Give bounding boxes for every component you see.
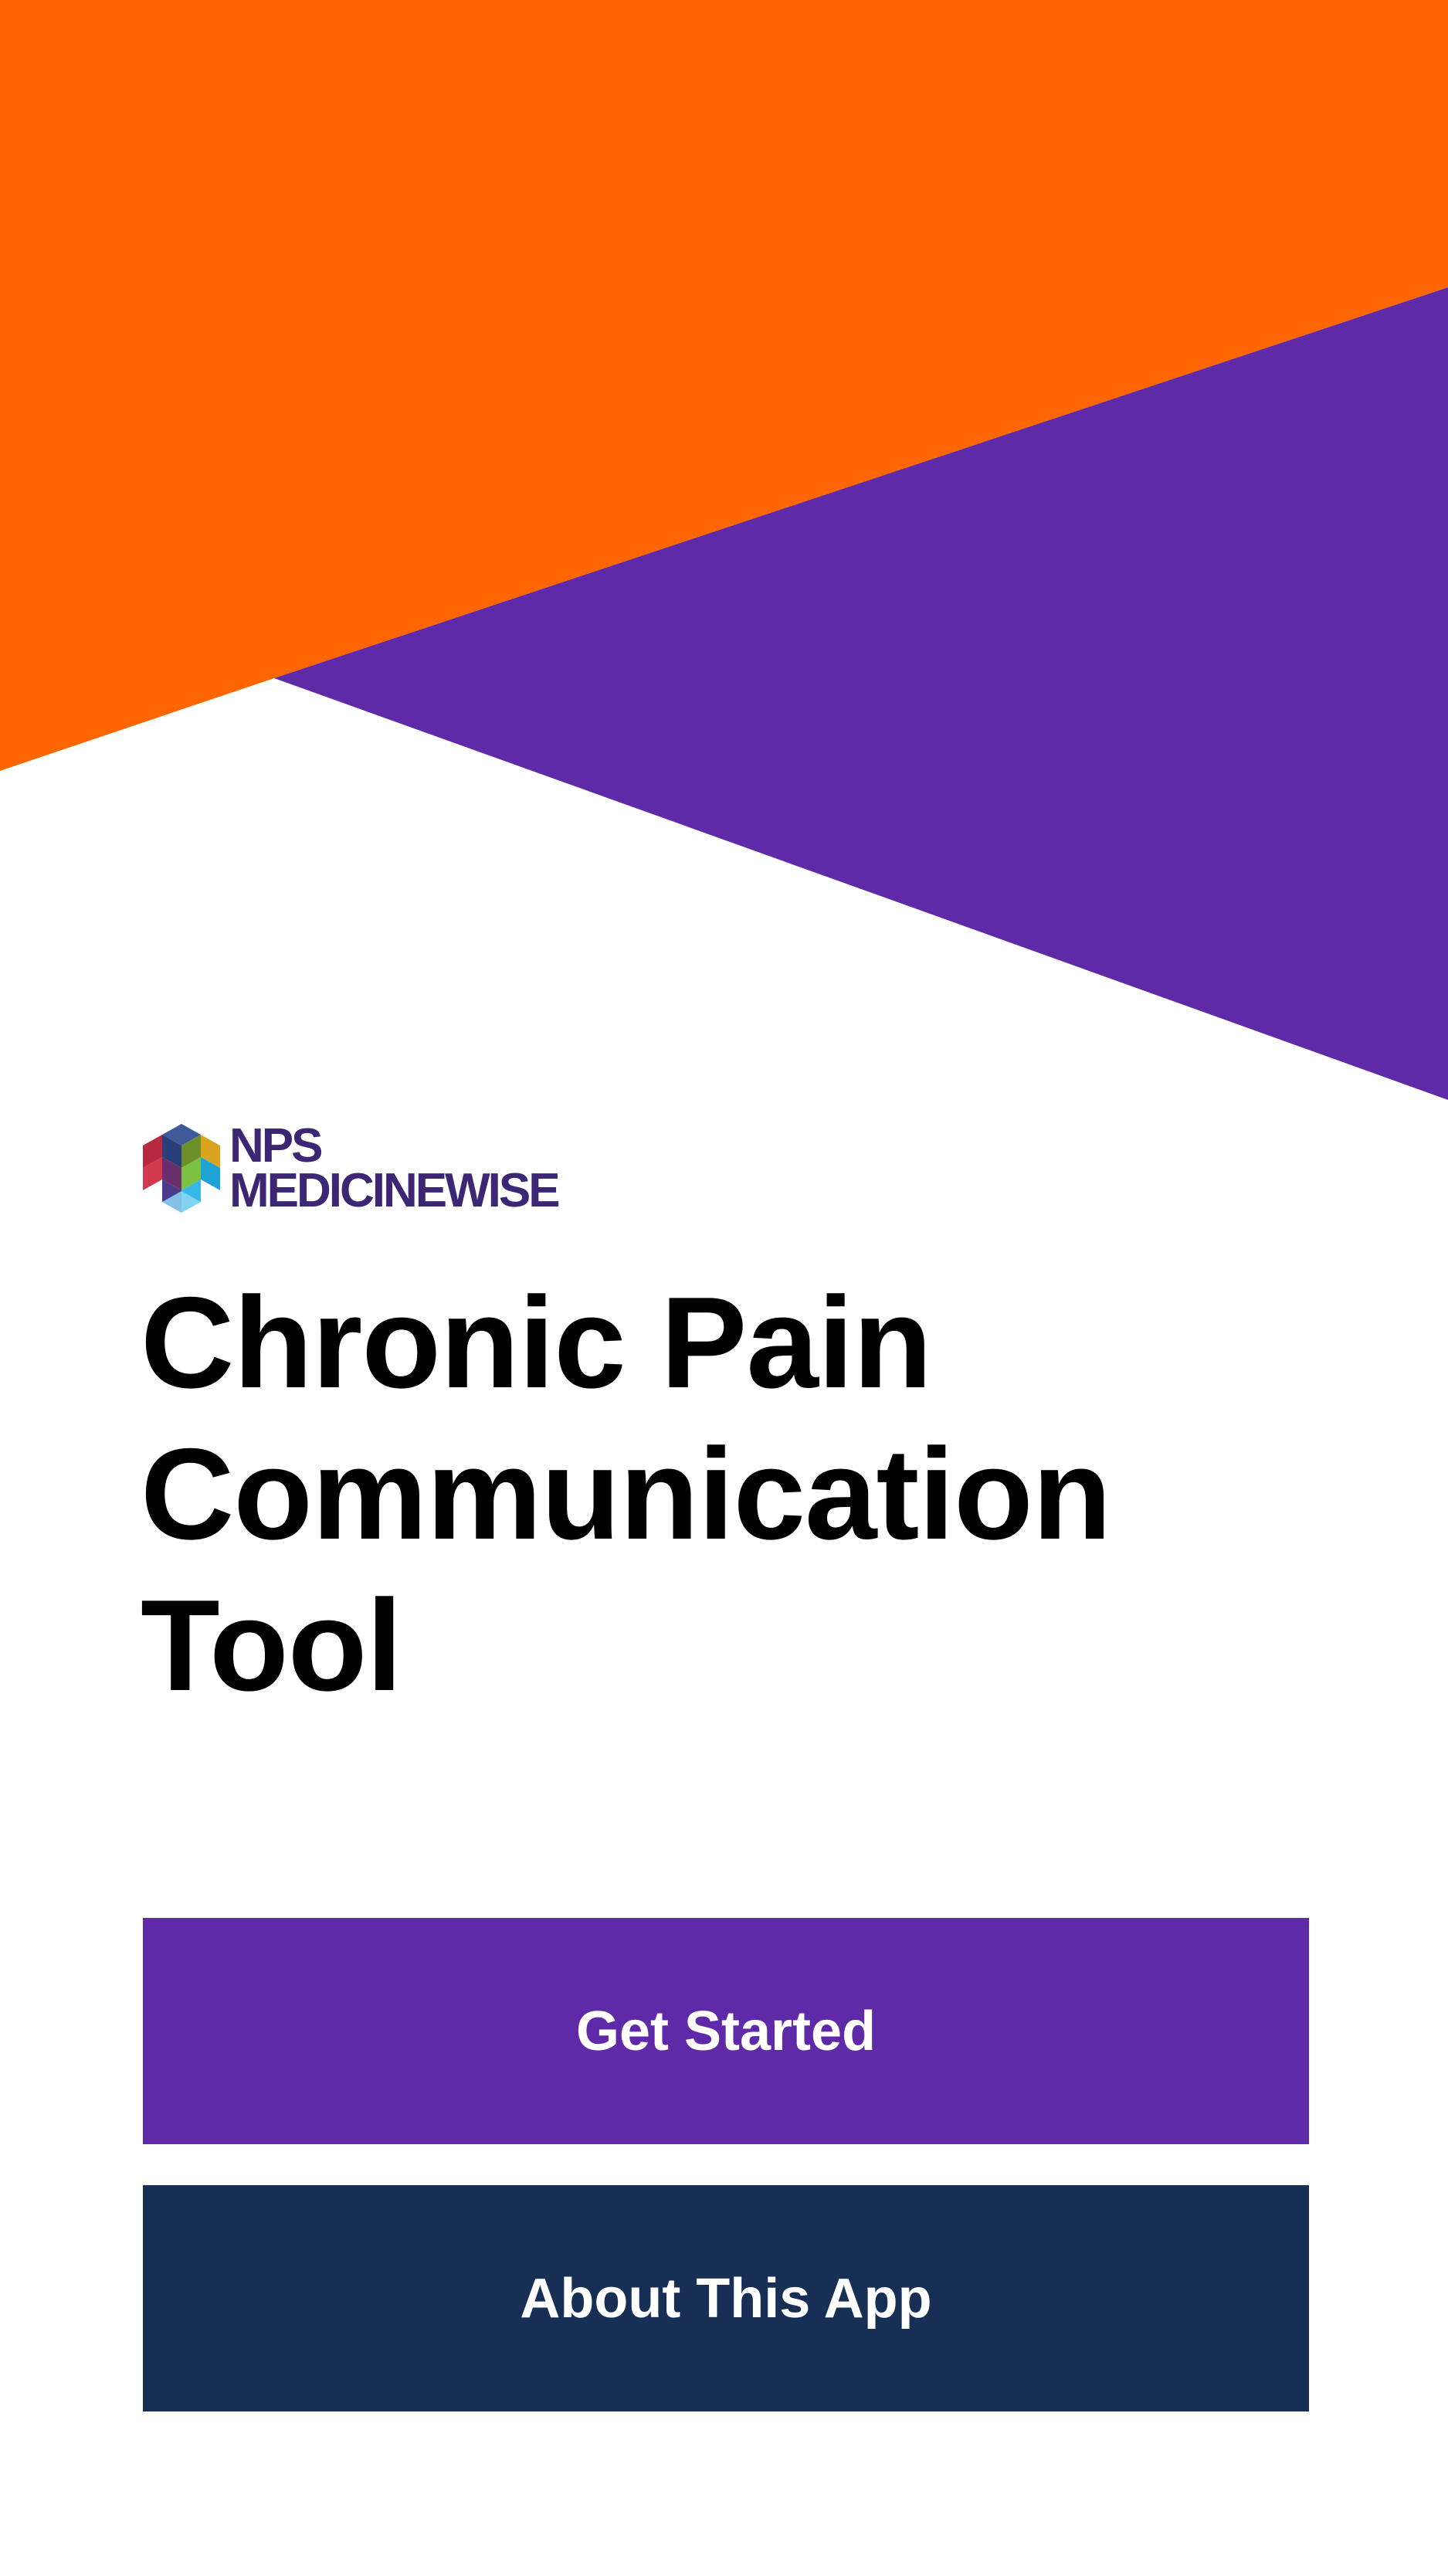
logo-wordmark: NPS MEDICINEWISE <box>229 1118 561 1217</box>
page-title-line-3: Tool <box>141 1573 402 1718</box>
nps-medicinewise-logo: NPS MEDICINEWISE <box>143 1118 561 1217</box>
get-started-button[interactable]: Get Started <box>143 1918 1309 2144</box>
get-started-label: Get Started <box>575 2000 877 2062</box>
page-title-line-2: Communication <box>141 1421 1111 1566</box>
about-this-app-label: About This App <box>520 2267 932 2330</box>
page-title: Chronic Pain Communication Tool <box>141 1267 1345 1721</box>
hero-graphic <box>0 0 1448 1100</box>
page-title-line-1: Chronic Pain <box>141 1270 932 1415</box>
hexagon-cube-logo-icon <box>143 1124 220 1213</box>
logo-line-nps: NPS <box>229 1118 323 1173</box>
logo-line-medicinewise: MEDICINEWISE <box>229 1163 561 1217</box>
about-this-app-button[interactable]: About This App <box>143 2185 1309 2411</box>
